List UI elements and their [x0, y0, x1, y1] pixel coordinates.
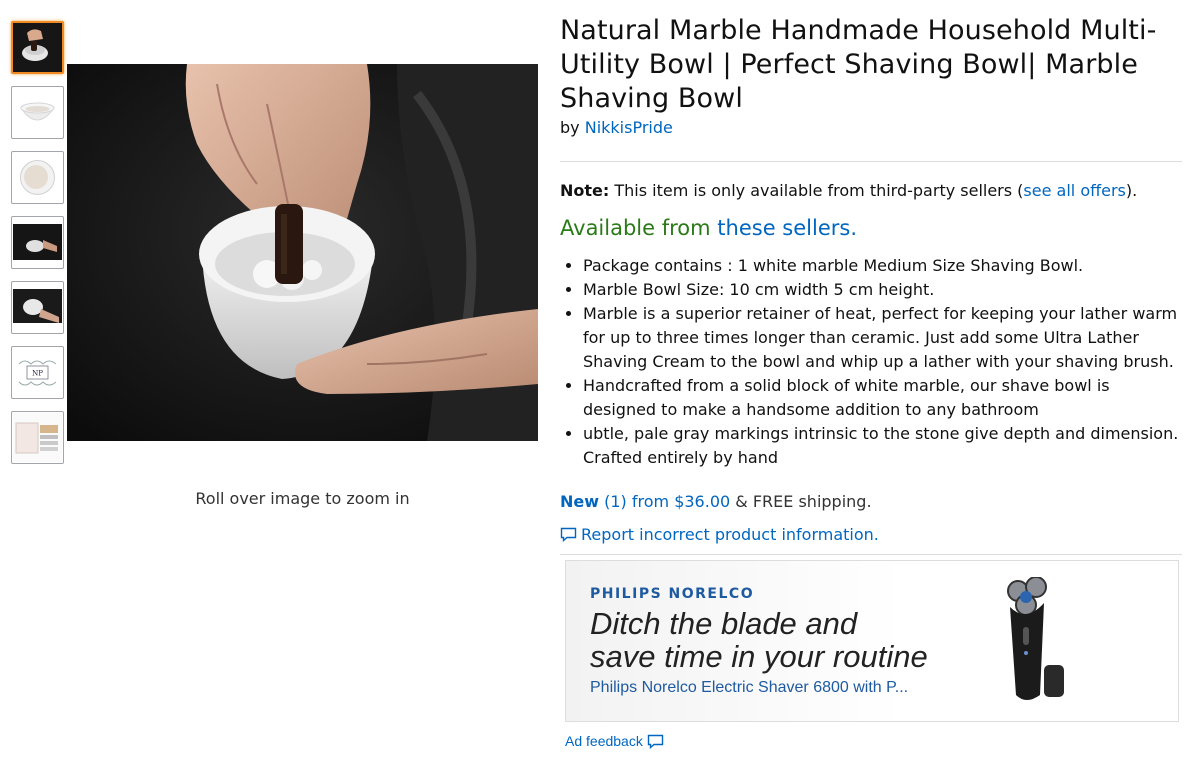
report-link-row[interactable]: Report incorrect product information.: [560, 525, 1182, 544]
see-all-offers-link[interactable]: see all offers: [1023, 181, 1125, 200]
ad-feedback-link[interactable]: Ad feedback: [565, 733, 643, 749]
hands-mixing-lather-image: [67, 64, 538, 441]
product-details: Natural Marble Handmade Household Multi-…: [560, 14, 1182, 555]
thumbnail-7[interactable]: [11, 411, 64, 464]
byline: by NikkisPride: [560, 118, 1182, 137]
product-title: Natural Marble Handmade Household Multi-…: [560, 15, 1157, 114]
ad-feedback[interactable]: Ad feedback: [565, 733, 664, 749]
speech-bubble-icon: [647, 734, 664, 749]
feature-bullet: ubtle, pale gray markings intrinsic to t…: [583, 422, 1182, 470]
package-thumbnail-icon: [13, 413, 62, 462]
divider: [560, 554, 1182, 555]
ad-headline-line1: Ditch the blade and: [590, 606, 858, 641]
thumbnail-5[interactable]: [11, 281, 64, 334]
thumbnail-1[interactable]: [11, 21, 64, 74]
offer-summary: New (1) from $36.00 & FREE shipping.: [560, 492, 1182, 511]
main-product-image[interactable]: [67, 64, 538, 441]
divider: [560, 161, 1182, 162]
thumbnail-3[interactable]: [11, 151, 64, 204]
thumbnail-2[interactable]: [11, 86, 64, 139]
thumbnail-list: NP: [11, 21, 65, 476]
hands-bowl-thumbnail-icon: [13, 23, 62, 72]
bowl-top-thumbnail-icon: [13, 153, 62, 202]
feature-bullet: Handcrafted from a solid block of white …: [583, 374, 1182, 422]
ad-headline-line2: save time in your routine: [590, 639, 928, 674]
logo-thumbnail-icon: NP: [13, 348, 62, 397]
these-sellers-link[interactable]: these sellers.: [717, 216, 857, 240]
feature-bullets: Package contains : 1 white marble Medium…: [560, 254, 1182, 470]
by-label: by: [560, 118, 580, 137]
note-label: Note:: [560, 181, 610, 200]
offer-new-label[interactable]: New: [560, 492, 599, 511]
thumbnail-6[interactable]: NP: [11, 346, 64, 399]
ad-headline: Ditch the blade and save time in your ro…: [590, 607, 928, 673]
report-incorrect-info-link[interactable]: Report incorrect product information.: [581, 525, 879, 544]
brand-link[interactable]: NikkisPride: [585, 118, 673, 137]
logo-thumbnail-text: NP: [32, 370, 43, 378]
speech-bubble-icon: [560, 527, 577, 542]
ad-brand: PHILIPS NORELCO: [590, 586, 755, 602]
zoom-hint: Roll over image to zoom in: [195, 489, 410, 508]
sponsored-ad[interactable]: PHILIPS NORELCO Ditch the blade and save…: [565, 560, 1179, 722]
note-text: This item is only available from third-p…: [614, 181, 1024, 200]
feature-bullet: Package contains : 1 white marble Medium…: [583, 254, 1182, 278]
thumbnail-4[interactable]: [11, 216, 64, 269]
feature-bullet: Marble is a superior retainer of heat, p…: [583, 302, 1182, 374]
offer-shipping: & FREE shipping.: [735, 492, 872, 511]
bowl-side-thumbnail-icon: [13, 88, 62, 137]
available-prefix: Available from: [560, 216, 711, 240]
ad-product-link[interactable]: Philips Norelco Electric Shaver 6800 wit…: [590, 679, 908, 697]
electric-shaver-image: [1007, 577, 1064, 700]
availability-note: Note: This item is only available from t…: [560, 180, 1182, 202]
offer-price-link[interactable]: (1) from $36.00: [604, 492, 730, 511]
feature-bullet: Marble Bowl Size: 10 cm width 5 cm heigh…: [583, 278, 1182, 302]
bowl-hand-thumbnail-icon: [13, 283, 62, 332]
bowl-dark-thumbnail-icon: [13, 218, 62, 267]
note-end: ).: [1125, 181, 1138, 200]
available-from-heading: Available from these sellers.: [560, 216, 1182, 240]
